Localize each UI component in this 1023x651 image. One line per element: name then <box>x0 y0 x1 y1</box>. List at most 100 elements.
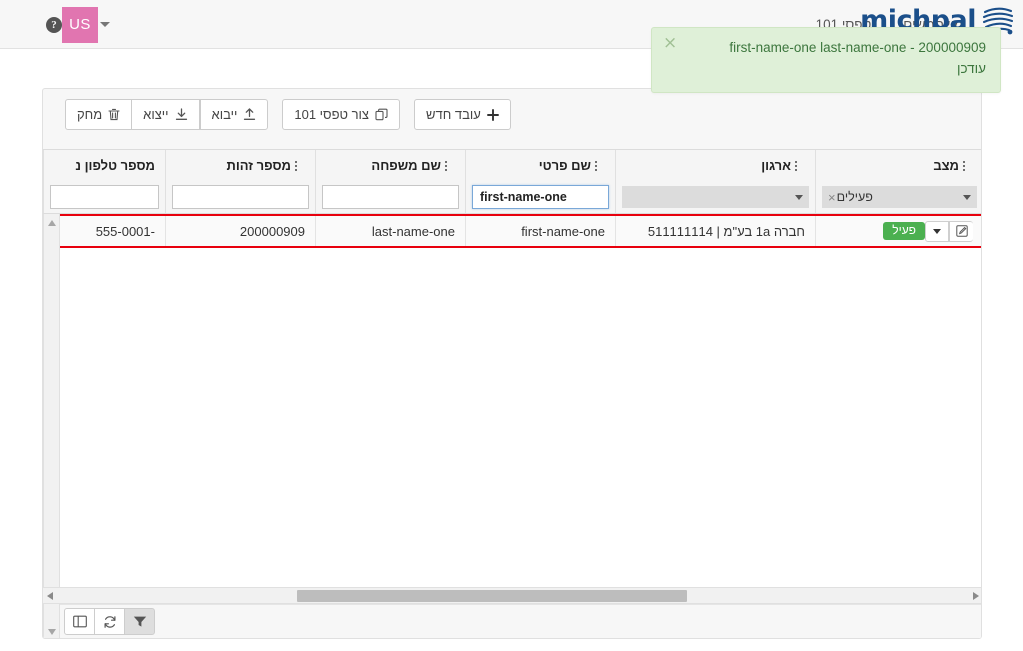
delete-export-import-group: מחק ייצוא ייבוא <box>65 99 269 141</box>
avatar[interactable]: US <box>62 6 98 43</box>
horizontal-scroll-thumb[interactable] <box>297 590 687 602</box>
column-header-lastname[interactable]: שם משפחה <box>316 150 465 181</box>
lastname-filter-input[interactable] <box>322 185 459 209</box>
grid-toolbar: מחק ייצוא ייבוא צור טפסי 101 עובד חדש <box>43 99 981 141</box>
filter-cell-firstname <box>466 181 615 213</box>
user-account-area: US ? <box>18 0 118 49</box>
filter-cell-status: פעילים × <box>816 181 981 213</box>
chevron-down-icon <box>795 194 803 200</box>
clear-icon[interactable]: × <box>828 190 836 205</box>
toast-line-2: עודכן <box>956 60 986 76</box>
triangle-up-icon[interactable] <box>48 220 56 226</box>
column-menu-icon[interactable] <box>791 160 801 171</box>
cell-phone: -555-0001 <box>43 216 165 246</box>
column-menu-icon[interactable] <box>441 160 451 171</box>
firstname-filter-input[interactable] <box>472 185 609 209</box>
plus-icon <box>486 108 499 121</box>
cell-org: חברה 1a בע"מ | 511111114 <box>615 216 815 246</box>
import-button[interactable]: ייבוא <box>199 99 269 130</box>
cell-lastname: last-name-one <box>315 216 465 246</box>
column-lastname: שם משפחה <box>315 150 465 213</box>
grid-footer-toolbar <box>43 604 981 638</box>
column-label-lastname: שם משפחה <box>371 158 441 173</box>
close-icon[interactable]: × <box>663 35 677 52</box>
download-icon <box>175 108 187 120</box>
filter-cell-id <box>166 181 315 213</box>
filter-cell-phone <box>44 181 165 213</box>
refresh-button[interactable] <box>94 608 125 635</box>
cell-status: פעיל <box>815 216 981 246</box>
status-filter-select[interactable]: פעילים × <box>822 186 977 208</box>
create-101-forms-button[interactable]: צור טפסי 101 <box>282 99 401 130</box>
chevron-down-icon[interactable] <box>100 22 110 27</box>
help-circle-icon[interactable]: ? <box>46 16 62 33</box>
trash-icon <box>108 108 120 121</box>
cell-value-firstname: first-name-one <box>521 223 605 239</box>
grid-body: פעיל חברה 1a בע"מ | 511111114 first-name… <box>43 214 981 638</box>
upload-icon <box>244 108 256 120</box>
export-button[interactable]: ייצוא <box>131 99 200 130</box>
column-status: מצב פעילים × <box>815 150 981 213</box>
chevron-down-icon <box>933 228 941 234</box>
column-firstname: שם פרטי <box>465 150 615 213</box>
column-org: ארגון <box>615 150 815 213</box>
cell-value-org: חברה 1a בע"מ | 511111114 <box>647 223 805 239</box>
column-phone: מספר טלפון נ <box>43 150 165 213</box>
delete-label: מחק <box>77 107 103 122</box>
refresh-icon <box>104 615 115 628</box>
phone-filter-input[interactable] <box>50 185 159 209</box>
column-menu-icon[interactable] <box>291 160 301 171</box>
cell-value-id: 200000909 <box>239 223 305 239</box>
filter-cell-org <box>616 181 815 213</box>
toast-line-1: first-name-one last-name-one - 200000909 <box>729 40 986 55</box>
row-edit-button[interactable] <box>949 220 973 242</box>
column-header-id[interactable]: מספר זהות <box>166 150 315 181</box>
column-header-status[interactable]: מצב <box>816 150 981 181</box>
filter-button[interactable] <box>124 608 155 635</box>
copy-icon <box>375 108 388 121</box>
employees-grid: מצב פעילים × ארגון שם פרטי first-name-on… <box>43 149 981 638</box>
table-row[interactable]: פעיל חברה 1a בע"מ | 511111114 first-name… <box>43 214 981 248</box>
column-header-firstname[interactable]: שם פרטי <box>466 150 615 181</box>
grid-header-row: מצב פעילים × ארגון שם פרטי first-name-on… <box>43 150 981 214</box>
org-filter-select[interactable] <box>622 186 809 208</box>
globe-dot <box>1007 29 1013 35</box>
id-filter-input[interactable] <box>172 185 309 209</box>
chevron-down-icon <box>963 194 971 200</box>
column-label-id: מספר זהות <box>226 158 292 173</box>
triangle-left-icon[interactable] <box>47 592 53 600</box>
cell-value-lastname: last-name-one <box>371 223 455 239</box>
triangle-down-icon[interactable] <box>48 629 56 635</box>
status-filter-value: פעילים <box>836 190 873 204</box>
employees-panel: מחק ייצוא ייבוא צור טפסי 101 עובד חדש מצ… <box>42 88 982 639</box>
column-menu-icon[interactable] <box>959 160 969 171</box>
columns-panel-button[interactable] <box>64 608 95 635</box>
column-label-status: מצב <box>933 158 959 173</box>
row-menu-button[interactable] <box>925 220 949 242</box>
column-header-phone[interactable]: מספר טלפון נ <box>44 150 165 181</box>
cell-value-phone: -555-0001 <box>95 223 155 239</box>
delete-button[interactable]: מחק <box>65 99 133 130</box>
horizontal-scrollbar[interactable] <box>43 587 981 604</box>
column-label-phone: מספר טלפון נ <box>75 158 155 173</box>
cell-id: 200000909 <box>165 216 315 246</box>
cell-firstname: first-name-one <box>465 216 615 246</box>
triangle-right-icon[interactable] <box>973 592 979 600</box>
create-101-label: צור טפסי 101 <box>294 107 370 122</box>
new-employee-label: עובד חדש <box>426 107 481 122</box>
column-id: מספר זהות <box>165 150 315 213</box>
column-menu-icon[interactable] <box>591 160 601 171</box>
grid-tools-group <box>64 608 155 635</box>
import-label: ייבוא <box>211 107 238 122</box>
status-badge: פעיל <box>883 221 925 241</box>
columns-panel-icon <box>72 615 87 628</box>
column-header-org[interactable]: ארגון <box>616 150 815 181</box>
filter-funnel-icon <box>133 616 146 627</box>
column-label-org: ארגון <box>761 158 791 173</box>
vertical-scrollbar[interactable] <box>43 214 60 638</box>
edit-square-icon <box>955 225 968 237</box>
status-filter-chip: פעילים × <box>828 190 873 205</box>
toast-notification: × first-name-one last-name-one - 2000009… <box>651 27 1001 93</box>
filter-cell-lastname <box>316 181 465 213</box>
new-employee-button[interactable]: עובד חדש <box>414 99 511 130</box>
